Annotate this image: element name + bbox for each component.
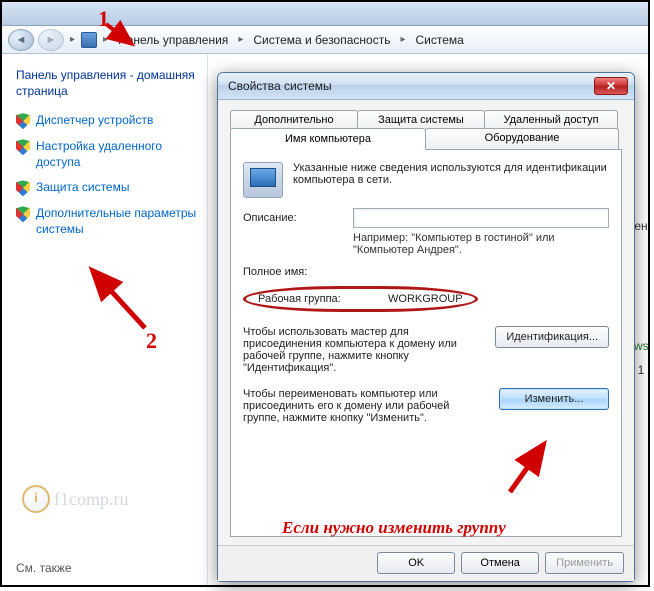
identification-help-text: Чтобы использовать мастер для присоедине… bbox=[243, 326, 485, 374]
chevron-right-icon: ▸ bbox=[68, 34, 77, 45]
breadcrumb-item[interactable]: Система и безопасность bbox=[249, 31, 394, 49]
close-button[interactable]: ✕ bbox=[594, 77, 628, 95]
tab-panel-computer-name: Указанные ниже сведения используются для… bbox=[230, 149, 622, 537]
sidebar: Панель управления - домашняя страница Ди… bbox=[2, 54, 207, 585]
sidebar-item-label: Настройка удаленного доступа bbox=[36, 139, 197, 170]
sidebar-item-label: Дополнительные параметры системы bbox=[36, 206, 197, 237]
identification-button[interactable]: Идентификация... bbox=[495, 326, 609, 348]
sidebar-item-system-protection[interactable]: Защита системы bbox=[16, 180, 197, 196]
shield-icon bbox=[16, 206, 30, 222]
shield-icon bbox=[16, 113, 30, 129]
tab-remote[interactable]: Удаленный доступ bbox=[484, 110, 618, 129]
change-button[interactable]: Изменить... bbox=[499, 388, 609, 410]
description-input[interactable] bbox=[353, 208, 609, 228]
shield-icon bbox=[16, 180, 30, 196]
sidebar-title[interactable]: Панель управления - домашняя страница bbox=[16, 68, 197, 99]
fullname-label: Полное имя: bbox=[243, 266, 353, 278]
tab-system-protection[interactable]: Защита системы bbox=[357, 110, 485, 129]
sidebar-item-device-manager[interactable]: Диспетчер устройств bbox=[16, 113, 197, 129]
sidebar-item-label: Защита системы bbox=[36, 180, 129, 196]
control-panel-icon bbox=[81, 32, 97, 48]
ok-button[interactable]: OK bbox=[377, 552, 455, 574]
sidebar-item-remote-settings[interactable]: Настройка удаленного доступа bbox=[16, 139, 197, 170]
sidebar-item-label: Диспетчер устройств bbox=[36, 113, 153, 129]
workgroup-label: Рабочая группа: bbox=[258, 293, 388, 305]
sidebar-footer[interactable]: См. также bbox=[16, 561, 72, 575]
tab-hardware[interactable]: Оборудование bbox=[425, 128, 619, 149]
change-help-text: Чтобы переименовать компьютер или присое… bbox=[243, 388, 489, 424]
dialog-title: Свойства системы bbox=[228, 79, 332, 93]
dialog-button-row: OK Отмена Применить bbox=[218, 545, 634, 581]
apply-button[interactable]: Применить bbox=[545, 552, 624, 574]
chevron-right-icon: ▸ bbox=[101, 34, 110, 45]
breadcrumb-item[interactable]: Панель управления bbox=[114, 31, 232, 49]
cancel-button[interactable]: Отмена bbox=[461, 552, 539, 574]
workgroup-value: WORKGROUP bbox=[388, 293, 463, 305]
computer-icon bbox=[243, 162, 283, 198]
system-properties-dialog: Свойства системы ✕ Дополнительно Защита … bbox=[217, 72, 635, 582]
annotation-number-2: 2 bbox=[146, 328, 157, 354]
chevron-right-icon: ▸ bbox=[236, 34, 245, 45]
nav-back-button[interactable]: ◄ bbox=[8, 29, 34, 51]
panel-intro-text: Указанные ниже сведения используются для… bbox=[293, 162, 609, 198]
description-label: Описание: bbox=[243, 212, 353, 224]
dialog-titlebar[interactable]: Свойства системы ✕ bbox=[218, 73, 634, 100]
chevron-right-icon: ▸ bbox=[398, 34, 407, 45]
annotation-caption: Если нужно изменить группу bbox=[282, 518, 506, 538]
description-hint: Например: "Компьютер в гостиной" или "Ко… bbox=[353, 232, 609, 256]
workgroup-highlight-oval: Рабочая группа: WORKGROUP bbox=[243, 286, 478, 312]
sidebar-item-advanced-system[interactable]: Дополнительные параметры системы bbox=[16, 206, 197, 237]
watermark-logo: i f1comp.ru bbox=[22, 485, 128, 513]
truncated-text: ен ws 1 bbox=[634, 214, 648, 382]
breadcrumb-item[interactable]: Система bbox=[411, 31, 467, 49]
tab-advanced[interactable]: Дополнительно bbox=[230, 110, 358, 129]
nav-forward-button[interactable]: ► bbox=[38, 29, 64, 51]
shield-icon bbox=[16, 139, 30, 155]
tab-computer-name[interactable]: Имя компьютера bbox=[230, 128, 426, 150]
annotation-number-1: 1 bbox=[98, 6, 109, 32]
